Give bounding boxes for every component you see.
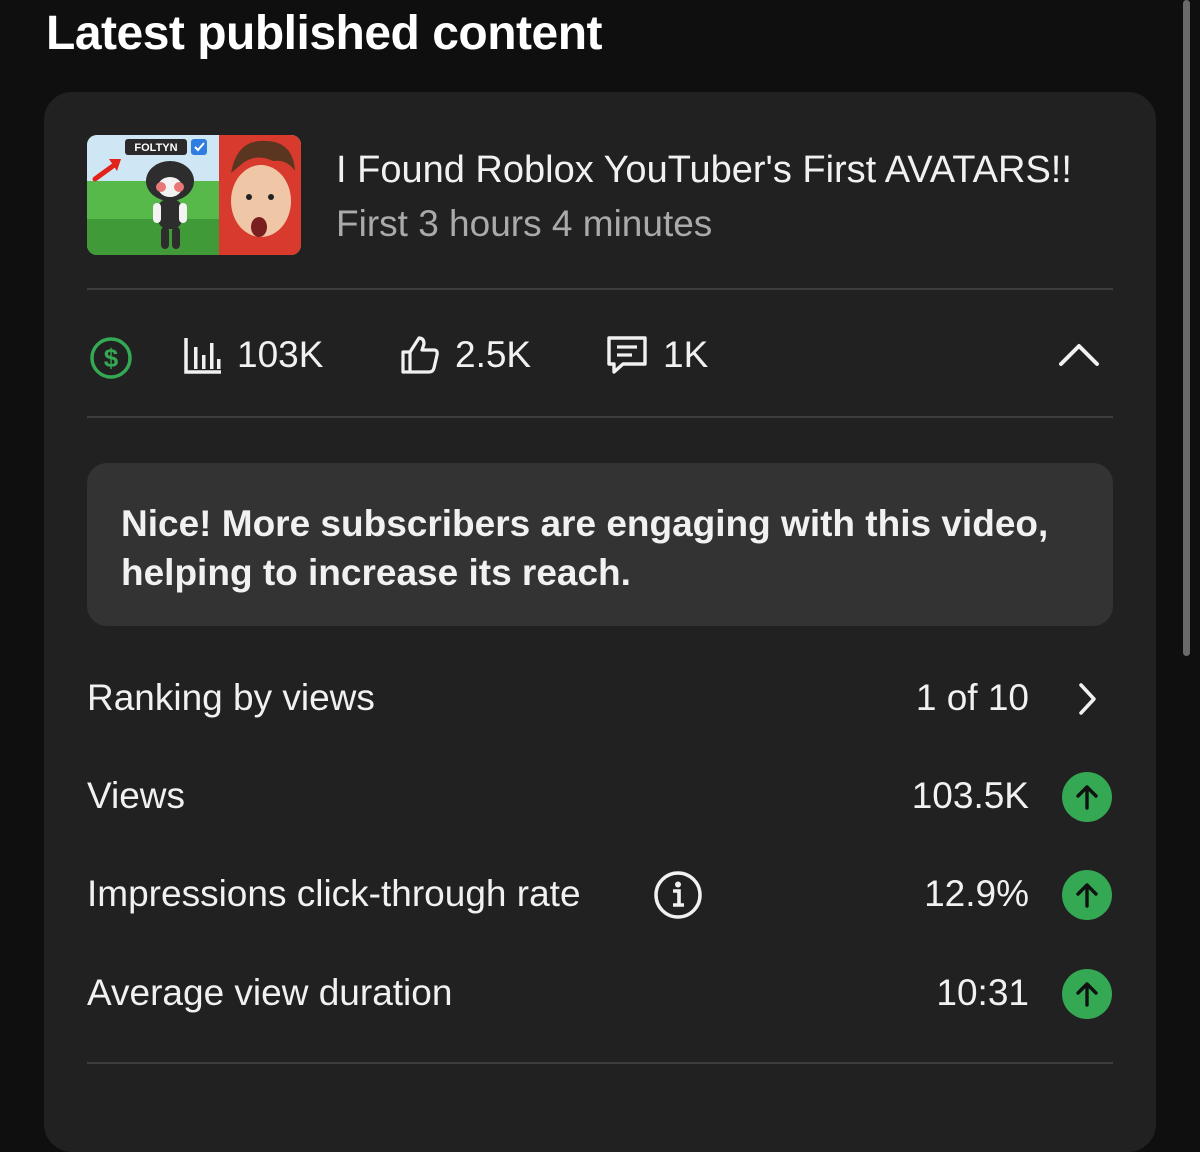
thumbs-up-icon (399, 334, 441, 376)
metric-label: Views (87, 775, 186, 816)
metric-label: Ranking by views (87, 677, 375, 718)
views-stat: 103K (183, 334, 323, 376)
metric-label: Average view duration (87, 972, 453, 1013)
comment-icon (605, 334, 649, 376)
metric-value: 103.5K (911, 775, 1029, 816)
comments-count: 1K (663, 334, 709, 375)
dollar-circle-icon: $ (89, 336, 133, 385)
scrollbar[interactable] (1183, 0, 1190, 656)
arrow-up-icon (1062, 969, 1112, 1019)
chevron-right-icon[interactable] (1061, 673, 1113, 725)
views-count: 103K (237, 334, 324, 375)
arrow-up-icon (1062, 870, 1112, 920)
info-icon[interactable] (653, 870, 703, 925)
likes-stat: 2.5K (399, 334, 531, 376)
video-title[interactable]: I Found Roblox YouTuber's First AVATARS!… (336, 148, 1072, 192)
metric-value: 12.9% (924, 873, 1029, 914)
stats-row[interactable]: $ 103K 2.5K 1K (87, 290, 1113, 418)
video-subtitle: First 3 hours 4 minutes (336, 203, 713, 244)
svg-text:$: $ (104, 343, 119, 373)
arrow-up-icon (1062, 772, 1112, 822)
chevron-up-icon[interactable] (1057, 340, 1101, 375)
video-thumbnail[interactable]: FOLTYN (87, 135, 301, 255)
bar-chart-icon (183, 335, 223, 375)
thumbnail-label: FOLTYN (134, 142, 177, 154)
section-title: Latest published content (46, 7, 603, 60)
metric-label: Impressions click-through rate (87, 873, 581, 914)
latest-content-card[interactable]: FOLTYN I Found Roblox YouTuber's First A… (44, 92, 1156, 1152)
metric-ctr-row[interactable]: Impressions click-through rate 12.9% (87, 864, 1113, 924)
comments-stat: 1K (605, 334, 708, 376)
metric-value: 1 of 10 (915, 677, 1029, 718)
insight-box: Nice! More subscribers are engaging with… (87, 463, 1113, 626)
metric-avd-row[interactable]: Average view duration 10:31 (87, 963, 1113, 1023)
insight-text: Nice! More subscribers are engaging with… (121, 503, 1049, 593)
likes-count: 2.5K (455, 334, 532, 375)
metric-ranking-row[interactable]: Ranking by views 1 of 10 (87, 668, 1113, 728)
metric-value: 10:31 (936, 972, 1029, 1013)
metric-views-row[interactable]: Views 103.5K (87, 766, 1113, 826)
divider (87, 1062, 1113, 1064)
divider (87, 416, 1113, 418)
